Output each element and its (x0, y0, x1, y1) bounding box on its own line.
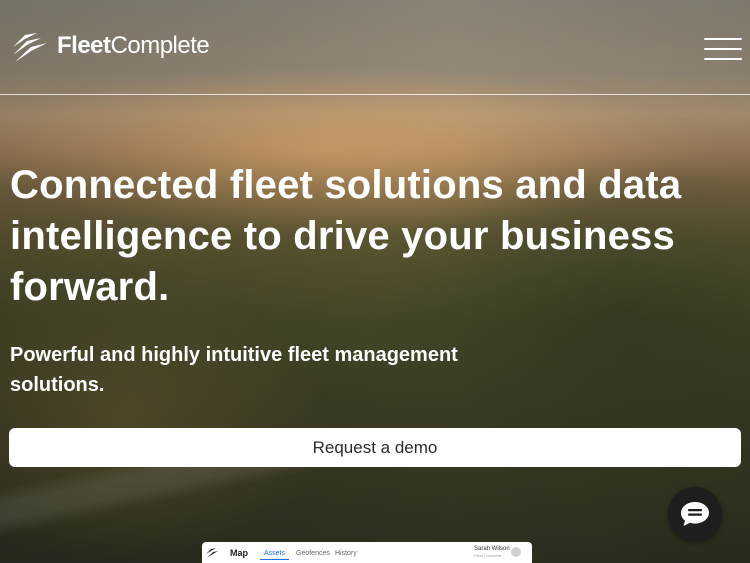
logo-wordmark: FleetComplete (57, 32, 210, 59)
app-user-name: Sarah Wilson (474, 546, 510, 552)
app-preview-card: Map Assets Geofences History Sarah Wilso… (202, 542, 532, 563)
hero-subheadline: Powerful and highly intuitive fleet mana… (10, 344, 458, 396)
menu-line (704, 48, 742, 50)
fleet-complete-logo-icon (13, 33, 47, 62)
hero-headline: Connected fleet solutions and data intel… (10, 163, 682, 309)
app-logo-icon (206, 548, 218, 558)
site-header: FleetComplete (0, 0, 750, 95)
chat-bubble-icon (681, 502, 709, 526)
logo-link[interactable]: FleetComplete (11, 28, 210, 64)
menu-line (704, 38, 742, 40)
tab-geofences[interactable]: Geofences (296, 550, 330, 557)
logo-word-fleet: Fleet (57, 32, 111, 59)
app-user-subtitle: Fleet Complete (474, 553, 502, 558)
tab-history[interactable]: History (335, 550, 357, 557)
menu-line (704, 58, 742, 60)
tab-assets[interactable]: Assets (259, 550, 290, 560)
request-demo-button[interactable]: Request a demo (9, 428, 741, 467)
logo-word-complete: Complete (110, 32, 210, 59)
avatar[interactable] (511, 547, 521, 557)
app-title: Map (230, 548, 248, 558)
chat-widget-button[interactable] (668, 487, 722, 541)
hamburger-menu-icon[interactable] (704, 38, 742, 60)
